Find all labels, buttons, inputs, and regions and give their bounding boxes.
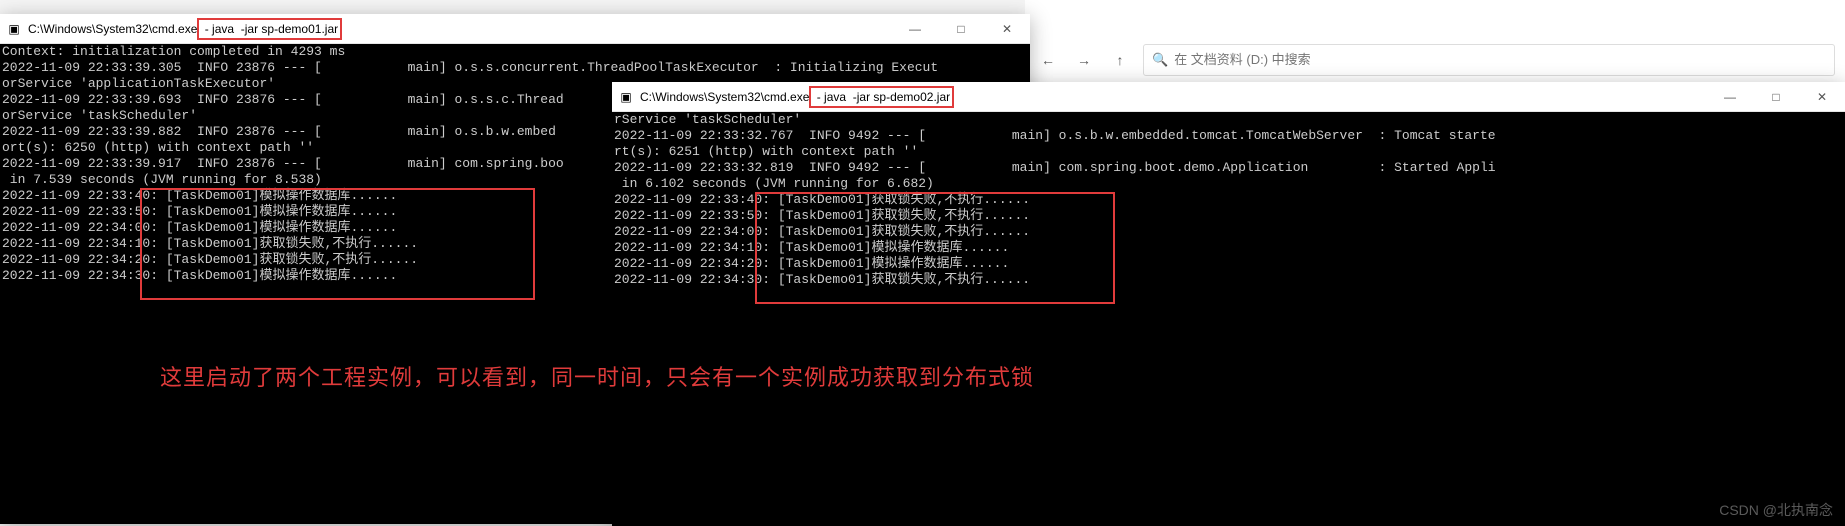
log-line: rt(s): 6251 (http) with context path '' <box>614 144 1843 160</box>
task-line: 2022-11-09 22:33:40: [TaskDemo01]获取锁失败,不… <box>614 192 1843 208</box>
search-input[interactable] <box>1174 52 1826 67</box>
log-line: 2022-11-09 22:33:32.819 INFO 9492 --- [ … <box>614 160 1843 176</box>
titlebar-2[interactable]: ▣ C:\Windows\System32\cmd.exe - java -ja… <box>612 82 1845 112</box>
forward-icon[interactable]: → <box>1071 47 1097 73</box>
log-line: 2022-11-09 22:33:32.767 INFO 9492 --- [ … <box>614 128 1843 144</box>
task-line: 2022-11-09 22:34:10: [TaskDemo01]模拟操作数据库… <box>614 240 1843 256</box>
watermark: CSDN @北执南念 <box>1719 500 1833 520</box>
explorer-search[interactable]: 🔍 <box>1143 44 1835 76</box>
log-line: 2022-11-09 22:33:39.305 INFO 23876 --- [… <box>2 60 1028 76</box>
maximize-icon[interactable]: □ <box>938 14 984 44</box>
search-icon: 🔍 <box>1152 52 1168 68</box>
cmd-icon: ▣ <box>612 89 640 105</box>
task-line: 2022-11-09 22:33:50: [TaskDemo01]获取锁失败,不… <box>614 208 1843 224</box>
log-line: in 6.102 seconds (JVM running for 6.682) <box>614 176 1843 192</box>
title-path-2: C:\Windows\System32\cmd.exe <box>640 89 809 105</box>
log-line: rService 'taskScheduler' <box>614 112 1843 128</box>
explorer-toolbar: ← → ↑ 🔍 <box>1025 0 1845 90</box>
title-command-2: - java -jar sp-demo02.jar <box>809 86 954 108</box>
cmd-window-2: ▣ C:\Windows\System32\cmd.exe - java -ja… <box>612 82 1845 526</box>
task-line: 2022-11-09 22:34:30: [TaskDemo01]获取锁失败,不… <box>614 272 1843 288</box>
minimize-icon[interactable]: — <box>1707 82 1753 112</box>
close-icon[interactable]: ✕ <box>984 14 1030 44</box>
terminal-output-2[interactable]: rService 'taskScheduler'2022-11-09 22:33… <box>612 112 1845 288</box>
titlebar-1[interactable]: ▣ C:\Windows\System32\cmd.exe - java -ja… <box>0 14 1030 44</box>
minimize-icon[interactable]: — <box>892 14 938 44</box>
annotation-text: 这里启动了两个工程实例，可以看到，同一时间，只会有一个实例成功获取到分布式锁 <box>160 360 1034 392</box>
close-icon[interactable]: ✕ <box>1799 82 1845 112</box>
title-path-1: C:\Windows\System32\cmd.exe <box>28 21 197 37</box>
title-command-1: - java -jar sp-demo01.jar <box>197 18 342 40</box>
maximize-icon[interactable]: □ <box>1753 82 1799 112</box>
log-line: Context: initialization completed in 429… <box>2 44 1028 60</box>
up-icon[interactable]: ↑ <box>1107 47 1133 73</box>
back-icon[interactable]: ← <box>1035 47 1061 73</box>
task-line: 2022-11-09 22:34:00: [TaskDemo01]获取锁失败,不… <box>614 224 1843 240</box>
cmd-icon: ▣ <box>0 21 28 37</box>
task-line: 2022-11-09 22:34:20: [TaskDemo01]模拟操作数据库… <box>614 256 1843 272</box>
